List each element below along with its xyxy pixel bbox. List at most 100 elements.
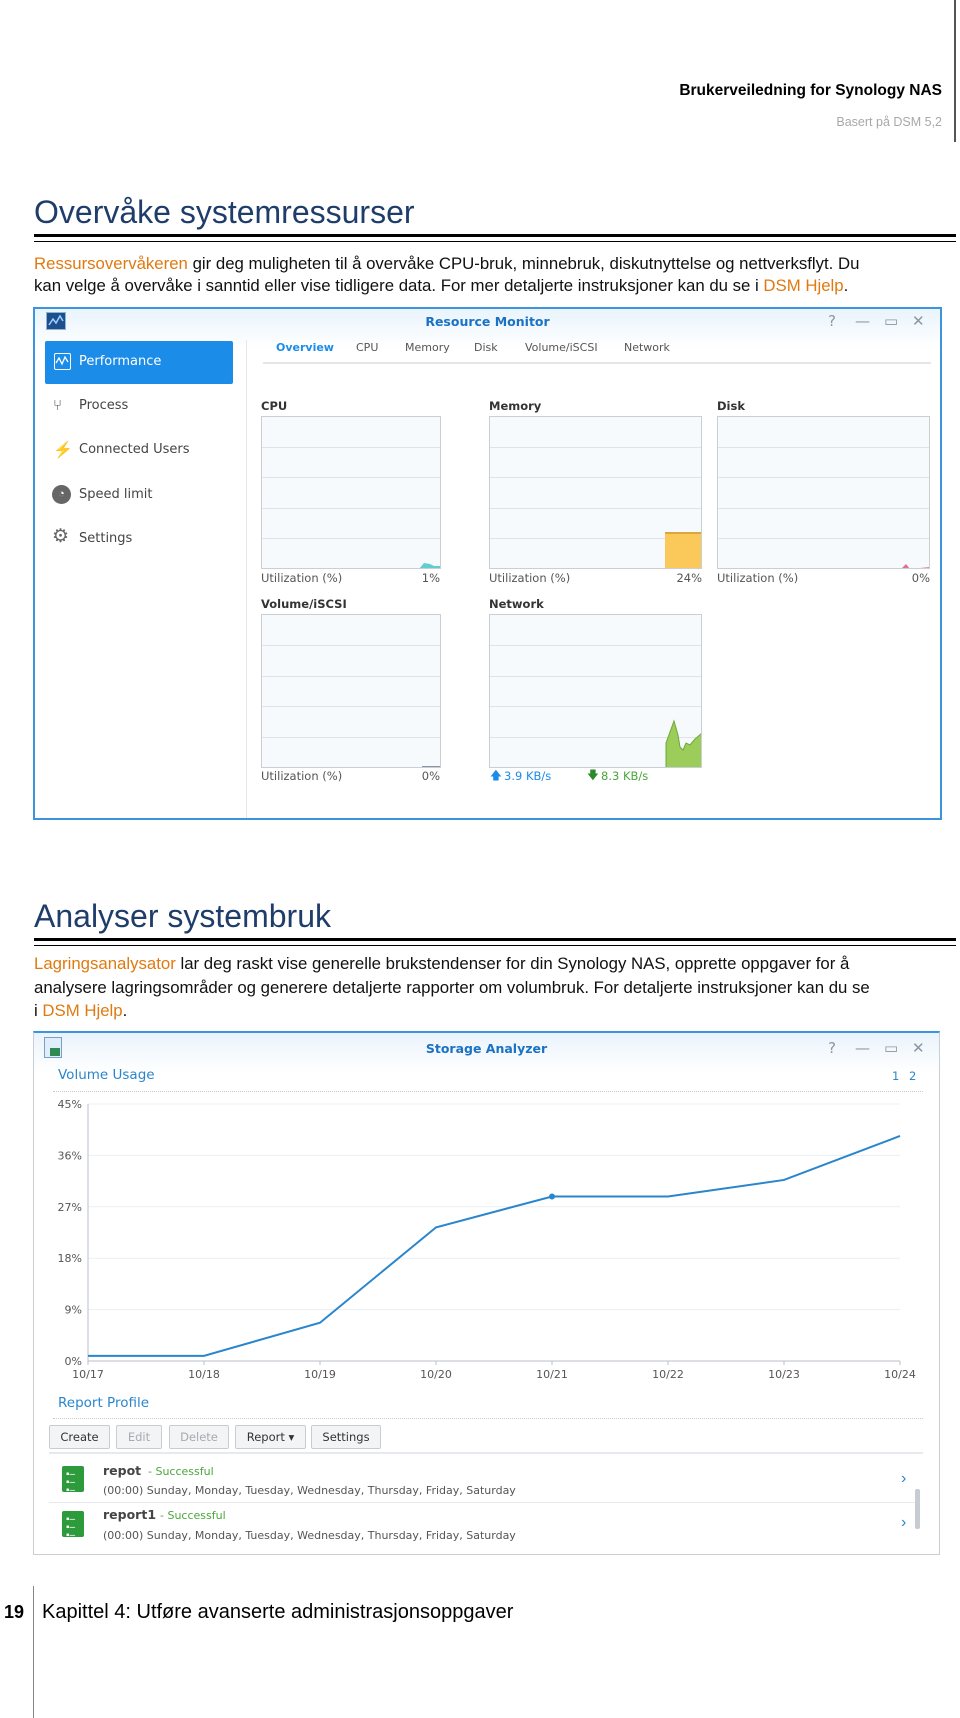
tab-bar-divider: [263, 362, 931, 364]
y-tick-label: 36%: [58, 1149, 82, 1162]
x-tick-label: 10/20: [420, 1368, 452, 1381]
tab-network[interactable]: Network: [624, 341, 670, 354]
settings-button[interactable]: Settings: [311, 1425, 381, 1449]
tab-volume-iscsi[interactable]: Volume/iSCSI: [525, 341, 598, 354]
y-tick-label: 0%: [65, 1355, 82, 1368]
x-tick-label: 10/19: [304, 1368, 336, 1381]
report-dropdown-button[interactable]: Report ▾: [235, 1425, 306, 1449]
paragraph-end: .: [843, 276, 849, 295]
sidebar-item-label: Performance: [79, 354, 162, 369]
paragraph-text: analysere lagringsområder og generere de…: [34, 977, 870, 997]
report-name: repot: [103, 1463, 142, 1478]
paragraph-text: lar deg raskt vise generelle brukstenden…: [175, 954, 850, 973]
footer-divider: [33, 1586, 34, 1718]
report-name: report1: [103, 1507, 157, 1522]
section-heading: Analyser systembruk: [34, 898, 331, 934]
paragraph-end: .: [122, 1001, 128, 1020]
chapter-title: Kapittel 4: Utføre avanserte administras…: [42, 1601, 514, 1623]
gear-icon: ⚙: [52, 526, 70, 547]
process-icon: ⑂: [53, 397, 63, 414]
speedometer-icon: ◔: [52, 485, 71, 504]
close-button[interactable]: ✕: [912, 312, 925, 330]
paragraph-text: gir deg muligheten til å overvåke CPU-br…: [187, 254, 860, 273]
cpu-value: 1%: [421, 571, 440, 585]
close-button[interactable]: ✕: [912, 1039, 925, 1057]
disk-chart: [717, 416, 930, 569]
section-paragraph: Ressursovervåkeren gir deg muligheten ti…: [34, 253, 859, 297]
report-profile-heading: Report Profile: [58, 1395, 150, 1411]
section-paragraph: Lagringsanalysator lar deg raskt vise ge…: [34, 952, 870, 1023]
x-tick-label: 10/17: [72, 1368, 104, 1381]
x-tick-label: 10/18: [188, 1368, 220, 1381]
chevron-right-icon[interactable]: ›: [901, 1470, 906, 1488]
window-title: Resource Monitor: [425, 314, 550, 329]
tab-overview[interactable]: Overview: [276, 341, 334, 354]
header-divider: [954, 0, 956, 142]
delete-button[interactable]: Delete: [169, 1425, 229, 1449]
sidebar-item-process[interactable]: Process: [79, 398, 128, 413]
volume-usage-heading: Volume Usage: [58, 1067, 155, 1083]
scrollbar[interactable]: [915, 1489, 920, 1529]
create-button[interactable]: Create: [49, 1425, 110, 1449]
y-tick-label: 27%: [58, 1201, 82, 1214]
x-tick-label: 10/23: [768, 1368, 800, 1381]
chevron-right-icon[interactable]: ›: [901, 1514, 906, 1532]
volume-page-2[interactable]: 2: [909, 1069, 916, 1083]
heading-rule: [34, 938, 956, 946]
volume-usage-line: [422, 766, 440, 767]
tab-disk[interactable]: Disk: [474, 341, 498, 354]
section-heading: Overvåke systemressurser: [34, 194, 415, 230]
disk-widget-title: Disk: [717, 399, 745, 413]
sidebar-item-speed-limit[interactable]: Speed limit: [79, 487, 152, 502]
sidebar-divider: [246, 340, 247, 818]
highlight-term: Ressursovervåkeren: [34, 254, 188, 273]
volume-chart: [261, 614, 441, 768]
report-icon: ▪– ▪– ▪–: [62, 1511, 84, 1541]
maximize-button[interactable]: ▭: [884, 312, 898, 330]
x-tick-label: 10/22: [652, 1368, 684, 1381]
volume-page-1[interactable]: 1: [892, 1069, 899, 1083]
tab-memory[interactable]: Memory: [405, 341, 450, 354]
volume-usage-chart: 0% 9% 18% 27% 36% 45% 10/17 10/18 10/19 10/20 10/2…: [58, 1098, 916, 1381]
window-title: Storage Analyzer: [425, 1041, 548, 1056]
minimize-button[interactable]: —: [855, 1039, 870, 1057]
help-link[interactable]: DSM Hjelp: [42, 1001, 122, 1020]
y-tick-label: 9%: [65, 1304, 82, 1317]
memory-metric-label: Utilization (%): [489, 571, 571, 585]
gridline: [490, 477, 701, 479]
help-link[interactable]: DSM Hjelp: [763, 276, 843, 295]
list-divider: [49, 1452, 923, 1454]
cpu-usage-area: [419, 563, 440, 568]
network-chart: [489, 614, 702, 768]
highlight-term: Lagringsanalysator: [34, 954, 176, 973]
sidebar-item-settings[interactable]: Settings: [79, 531, 132, 546]
edit-button[interactable]: Edit: [116, 1425, 162, 1449]
report-status: - Successful: [160, 1509, 226, 1522]
help-button[interactable]: ?: [828, 312, 836, 330]
x-tick-label: 10/24: [884, 1368, 916, 1381]
network-traffic-area: [665, 719, 701, 767]
document-header-subtitle: Basert på DSM 5,2: [836, 115, 942, 129]
maximize-button[interactable]: ▭: [884, 1039, 898, 1057]
help-button[interactable]: ?: [828, 1039, 836, 1057]
usage-line: [88, 1135, 901, 1357]
report-schedule: (00:00) Sunday, Monday, Tuesday, Wednesd…: [103, 1529, 516, 1542]
disk-value: 0%: [911, 571, 930, 585]
cpu-chart: [261, 416, 441, 569]
tab-cpu[interactable]: CPU: [356, 341, 378, 354]
minimize-button[interactable]: —: [855, 312, 870, 330]
sidebar-item-connected-users[interactable]: Connected Users: [79, 442, 190, 457]
download-icon: 🡇: [587, 768, 599, 782]
upload-rate: 3.9 KB/s: [504, 769, 552, 783]
memory-value: 24%: [676, 571, 702, 585]
memory-usage-bar: [665, 531, 701, 568]
document-header-title: Brukerveiledning for Synology NAS: [679, 82, 942, 99]
y-tick-label: 45%: [58, 1098, 82, 1111]
data-point[interactable]: [549, 1193, 555, 1200]
report-status: - Successful: [148, 1465, 214, 1478]
cpu-metric-label: Utilization (%): [261, 571, 343, 585]
volume-metric-label: Utilization (%): [261, 769, 343, 783]
volume-value: 0%: [421, 769, 440, 783]
paragraph-text: kan velge å overvåke i sanntid eller vis…: [34, 276, 764, 295]
memory-widget-title: Memory: [489, 399, 542, 413]
